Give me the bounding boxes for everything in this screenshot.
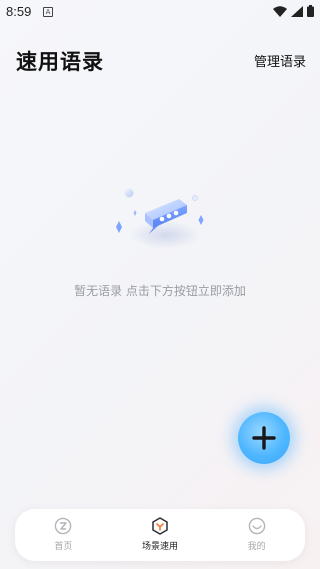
nav-label-profile: 我的 <box>247 542 266 552</box>
manage-quotes-button[interactable]: 管理语录 <box>254 51 306 70</box>
plus-icon <box>252 426 276 450</box>
nav-label-scene: 场景速用 <box>142 542 179 552</box>
nav-item-home[interactable]: 首页 <box>15 509 112 561</box>
nav-item-profile[interactable]: 我的 <box>208 509 305 561</box>
scene-icon <box>152 517 168 535</box>
nav-item-scene[interactable]: 场景速用 <box>112 509 209 561</box>
status-bar: 8:59 A <box>0 0 320 24</box>
wifi-icon <box>273 5 287 17</box>
add-quote-button[interactable] <box>238 412 290 464</box>
signal-icon <box>291 5 303 17</box>
translate-icon <box>55 517 72 535</box>
nav-label-home: 首页 <box>54 542 73 552</box>
status-time: 8:59 <box>6 4 32 19</box>
status-icons <box>273 5 314 17</box>
empty-chat-icon <box>116 188 204 249</box>
notification-icon: A <box>43 7 53 17</box>
bottom-nav: 首页 场景速用 我的 <box>15 509 305 561</box>
battery-icon <box>307 5 314 17</box>
profile-icon <box>248 517 265 535</box>
empty-state-message: 暂无语录 点击下方按钮立即添加 <box>74 284 246 298</box>
page-title: 速用语录 <box>16 50 104 74</box>
